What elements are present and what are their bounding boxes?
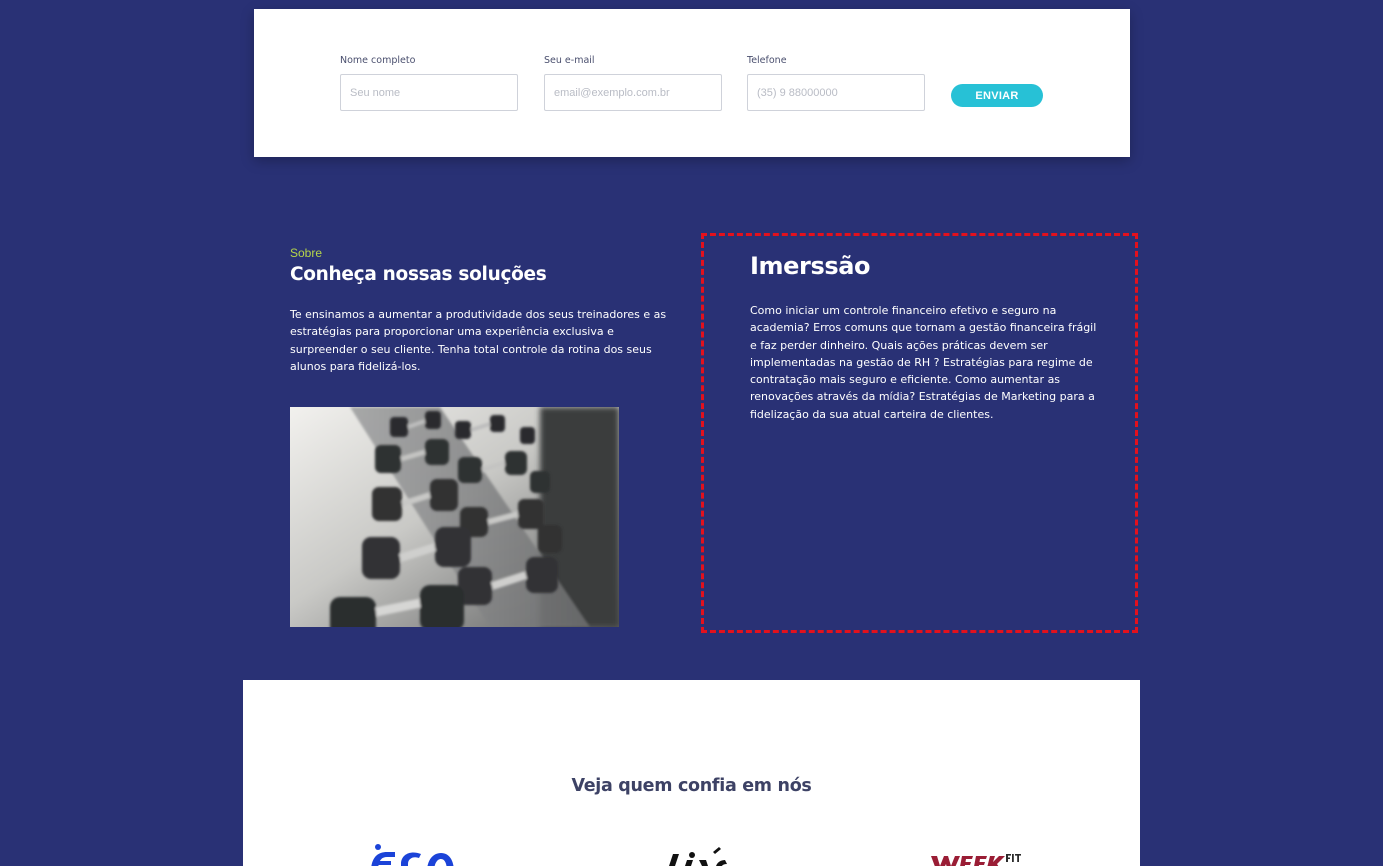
trust-section: Veja quem confia em nós [243, 680, 1140, 866]
about-text: Te ensinamos a aumentar a produtividade … [290, 308, 667, 373]
name-input[interactable] [340, 74, 518, 111]
phone-label: Telefone [747, 55, 787, 66]
live-logo [659, 842, 729, 866]
trust-title: Veja quem confia em nós [571, 776, 812, 796]
dumbbell-rack-photo [290, 407, 619, 627]
name-field-group: Nome completo [340, 55, 518, 111]
weekfit-logo [929, 842, 1021, 866]
eco-logo [367, 842, 457, 866]
lead-form: Nome completo Seu e-mail Telefone ENVIAR [254, 9, 1130, 157]
email-field-group: Seu e-mail [544, 55, 722, 111]
page: Nome completo Seu e-mail Telefone ENVIAR… [0, 0, 1383, 866]
submit-button[interactable]: ENVIAR [951, 84, 1043, 107]
immersion-text: Como iniciar um controle financeiro efet… [750, 304, 1097, 421]
live-logo-icon [669, 847, 727, 866]
email-label: Seu e-mail [544, 55, 595, 66]
about-eyebrow: Sobre [290, 246, 323, 260]
immersion-title: Imerssão [750, 252, 871, 280]
email-input[interactable] [544, 74, 722, 111]
immersion-box: Imerssão Como iniciar um controle financ… [701, 233, 1138, 633]
phone-input[interactable] [747, 74, 925, 111]
name-label: Nome completo [340, 55, 416, 66]
dumbbell-illustration [290, 407, 619, 627]
phone-field-group: Telefone [747, 55, 925, 111]
weekfit-logo-icon [931, 854, 1021, 866]
eco-logo-icon [371, 844, 454, 866]
about-title: Conheça nossas soluções [290, 264, 547, 285]
